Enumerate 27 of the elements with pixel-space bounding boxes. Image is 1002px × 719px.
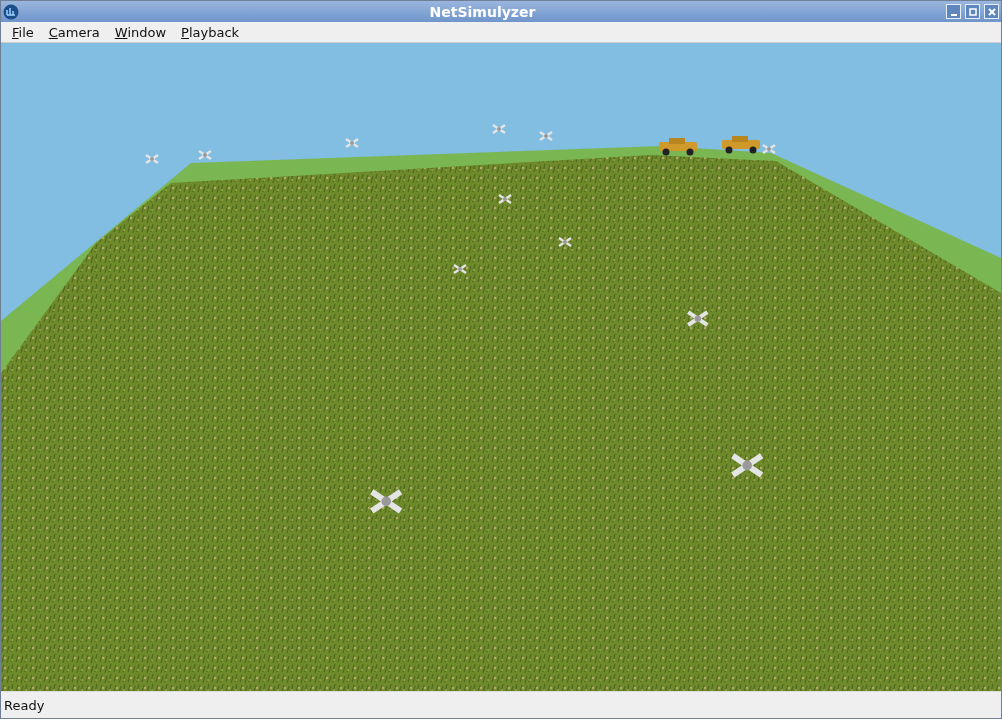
drone-icon xyxy=(763,145,775,153)
drone-icon xyxy=(540,132,552,140)
app-logo-icon xyxy=(3,3,19,20)
minimize-icon xyxy=(950,13,957,16)
window-title: NetSimulyzer xyxy=(428,3,537,20)
status-text: Ready xyxy=(4,697,45,713)
truck-icon xyxy=(659,138,697,156)
drone-icon xyxy=(454,265,466,273)
drone-icon xyxy=(688,312,708,325)
drone-icon xyxy=(146,155,158,163)
drone-icon xyxy=(199,151,211,159)
drone-icon xyxy=(732,455,762,475)
drone-icon xyxy=(559,238,571,246)
drone-icon xyxy=(499,195,511,203)
minimize-button[interactable] xyxy=(946,4,961,19)
drone-icon xyxy=(371,491,401,511)
menu-item[interactable]: Window xyxy=(114,24,167,40)
menu-item[interactable]: File xyxy=(12,24,34,40)
drone-icon xyxy=(346,139,358,147)
close-icon xyxy=(987,7,996,16)
maximize-button[interactable] xyxy=(965,4,980,19)
drone-icon xyxy=(493,125,505,133)
maximize-icon xyxy=(968,7,977,16)
close-button[interactable] xyxy=(984,4,999,19)
truck-icon xyxy=(722,136,760,154)
menu-item[interactable]: Camera xyxy=(48,24,100,40)
menu-item[interactable]: Playback xyxy=(181,24,240,40)
